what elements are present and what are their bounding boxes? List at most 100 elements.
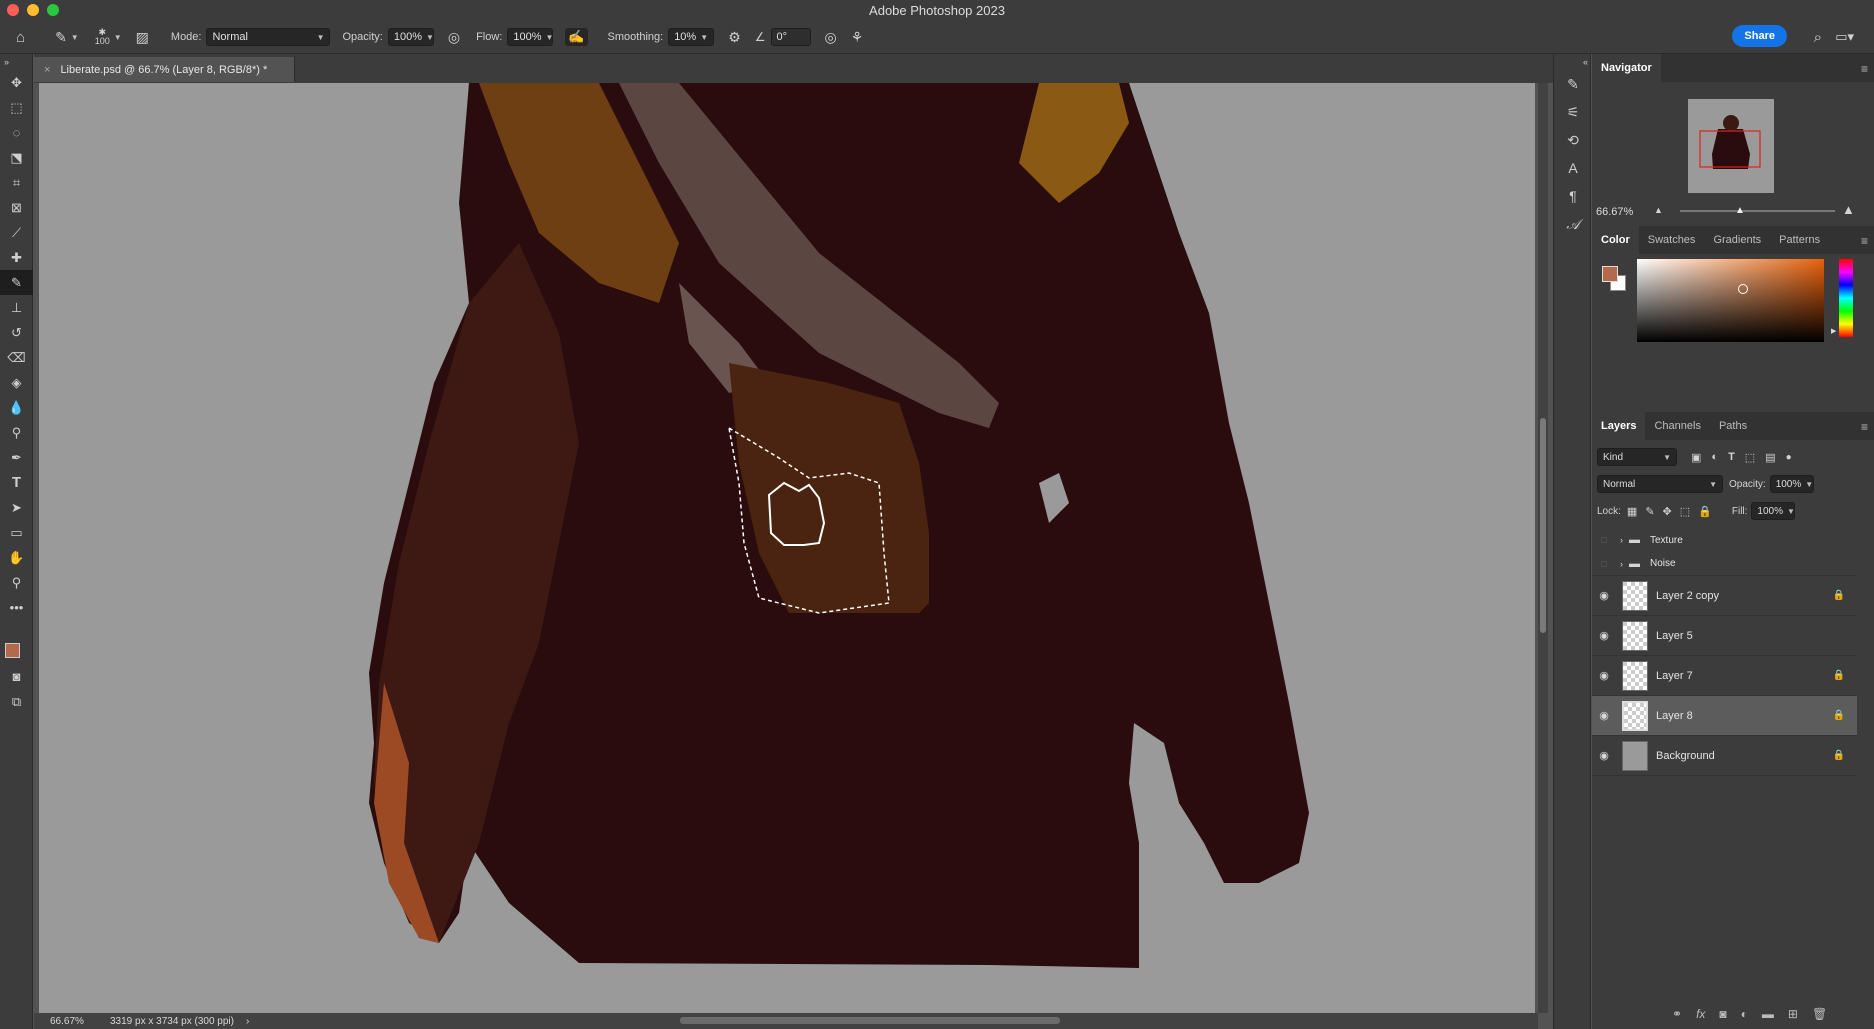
airbrush-icon[interactable]: ✍ — [565, 28, 588, 46]
chevron-right-icon[interactable]: › — [1620, 559, 1623, 569]
layer-style-fx-icon[interactable]: fx — [1696, 1007, 1705, 1021]
layer-row[interactable]: ◉ Layer 2 copy 🔒 — [1592, 576, 1857, 616]
pen-tool-icon[interactable]: ✒ — [0, 445, 33, 470]
adjustments-panel-icon[interactable]: ⚟ — [1554, 98, 1592, 126]
crop-tool-icon[interactable]: ⌗ — [0, 170, 33, 195]
status-menu-arrow-icon[interactable]: › — [246, 1016, 249, 1027]
pressure-size-icon[interactable]: ◎ — [825, 29, 837, 46]
rectangle-tool-icon[interactable]: ▭ — [0, 520, 33, 545]
layer-opacity-field[interactable]: 100% ▼ — [1769, 475, 1814, 493]
blur-tool-icon[interactable]: 💧 — [0, 395, 33, 420]
panel-menu-icon[interactable]: ≡ — [1861, 420, 1868, 434]
layer-row[interactable]: ◉ Layer 7 🔒 — [1592, 656, 1857, 696]
frame-tool-icon[interactable]: ⊠ — [0, 195, 33, 220]
document-canvas[interactable] — [39, 83, 1535, 1013]
lock-transparent-icon[interactable]: ▦ — [1627, 505, 1637, 518]
color-field[interactable] — [1637, 259, 1824, 342]
history-brush-tool-icon[interactable]: ↺ — [0, 320, 33, 345]
fill-field[interactable]: 100% ▼ — [1751, 502, 1796, 520]
zoom-window-button[interactable] — [47, 4, 59, 16]
lasso-tool-icon[interactable]: ◌ — [0, 120, 33, 145]
search-icon[interactable]: ⌕ — [1814, 29, 1822, 46]
paint-bucket-tool-icon[interactable]: ◈ — [0, 370, 33, 395]
panel-menu-icon[interactable]: ≡ — [1861, 62, 1868, 76]
tab-channels[interactable]: Channels — [1645, 412, 1709, 440]
dodge-tool-icon[interactable]: ⚲ — [0, 420, 33, 445]
filter-smart-object-icon[interactable]: ▤ — [1765, 451, 1775, 464]
hue-slider-handle[interactable]: ▶ — [1831, 327, 1836, 335]
tab-layers[interactable]: Layers — [1592, 412, 1646, 440]
zoom-tool-icon[interactable]: ⚲ — [0, 570, 33, 595]
blend-mode-select[interactable]: Normal ▼ — [1597, 475, 1723, 493]
minimize-window-button[interactable] — [27, 4, 39, 16]
navigator-zoom-value[interactable]: 66.67% — [1596, 206, 1633, 218]
layer-group-row[interactable]: □ › ▬ Texture — [1592, 528, 1857, 552]
brush-settings-panel-icon[interactable]: ✎ — [1554, 70, 1592, 98]
type-tool-icon[interactable]: T — [0, 470, 33, 495]
delete-layer-icon[interactable]: 🗑 — [1812, 1007, 1827, 1021]
smoothing-field[interactable]: 10% ▼ — [668, 28, 715, 46]
tab-paths[interactable]: Paths — [1710, 412, 1756, 440]
link-layers-icon[interactable]: ⚭ — [1672, 1007, 1682, 1021]
lock-all-icon[interactable]: 🔒 — [1698, 505, 1712, 518]
filter-adjustment-icon[interactable]: ◐ — [1711, 451, 1718, 463]
eyedropper-tool-icon[interactable]: ⟋ — [0, 220, 33, 245]
adjustment-layer-icon[interactable]: ◐ — [1741, 1007, 1748, 1021]
tab-color[interactable]: Color — [1592, 226, 1639, 254]
eraser-tool-icon[interactable]: ⌫ — [0, 345, 33, 370]
collapse-panel-icon[interactable]: » — [0, 54, 33, 70]
marquee-tool-icon[interactable]: ⬚ — [0, 95, 33, 120]
brush-settings-icon[interactable]: ▨ — [136, 29, 149, 46]
layer-row-selected[interactable]: ◉ Layer 8 🔒 — [1592, 696, 1857, 736]
foreground-color-swatch[interactable] — [5, 643, 20, 658]
new-layer-icon[interactable]: ⊞ — [1788, 1007, 1798, 1021]
visibility-toggle-empty[interactable]: □ — [1592, 535, 1616, 545]
quick-mask-icon[interactable]: ◙ — [0, 664, 33, 689]
visibility-toggle-empty[interactable]: □ — [1592, 559, 1616, 569]
navigator-slider-thumb[interactable]: ▲ — [1735, 205, 1745, 216]
layer-row[interactable]: ◉ Background 🔒 — [1592, 736, 1857, 776]
visibility-eye-icon[interactable]: ◉ — [1592, 709, 1616, 722]
hand-tool-icon[interactable]: ✋ — [0, 545, 33, 570]
path-selection-tool-icon[interactable]: ➤ — [0, 495, 33, 520]
navigator-thumbnail[interactable] — [1688, 99, 1774, 193]
visibility-eye-icon[interactable]: ◉ — [1592, 669, 1616, 682]
layer-group-row[interactable]: □ › ▬ Noise — [1592, 552, 1857, 576]
filter-shape-icon[interactable]: ⬚ — [1745, 451, 1755, 464]
horizontal-scroll-thumb[interactable] — [680, 1017, 1060, 1024]
more-tools-icon[interactable]: ••• — [0, 595, 33, 620]
zoom-out-mountain-icon[interactable]: ▲ — [1654, 205, 1663, 215]
color-picker-handle[interactable] — [1738, 284, 1748, 294]
add-mask-icon[interactable]: ◙ — [1719, 1007, 1726, 1021]
object-selection-tool-icon[interactable]: ⬔ — [0, 145, 33, 170]
clone-stamp-tool-icon[interactable]: ⊥ — [0, 295, 33, 320]
visibility-eye-icon[interactable]: ◉ — [1592, 749, 1616, 762]
angle-field[interactable]: 0° — [770, 28, 811, 46]
foreground-color-chip[interactable] — [1602, 266, 1618, 282]
new-group-icon[interactable]: ▬ — [1762, 1007, 1774, 1021]
mode-select[interactable]: Normal ▼ — [206, 28, 331, 46]
close-window-button[interactable] — [7, 4, 19, 16]
zoom-in-mountain-icon[interactable]: ▲ — [1842, 202, 1855, 217]
tab-patterns[interactable]: Patterns — [1770, 226, 1829, 254]
paragraph-panel-icon[interactable]: ¶ — [1554, 182, 1592, 210]
flow-field[interactable]: 100% ▼ — [507, 28, 553, 46]
filter-toggle-icon[interactable]: ● — [1786, 452, 1792, 463]
move-tool-icon[interactable]: ✥ — [0, 70, 33, 95]
tab-gradients[interactable]: Gradients — [1704, 226, 1770, 254]
glyphs-panel-icon[interactable]: 𝒜 — [1554, 210, 1592, 238]
brush-tool-icon[interactable]: ✎ — [0, 270, 33, 295]
layer-kind-filter[interactable]: Kind ▼ — [1597, 448, 1677, 466]
lock-artboard-icon[interactable]: ⬚ — [1680, 505, 1690, 518]
brush-preset-icon[interactable]: ✎ ▼ — [55, 29, 79, 46]
tab-navigator[interactable]: Navigator — [1592, 54, 1661, 82]
smoothing-options-gear-icon[interactable]: ⚙ — [728, 29, 741, 46]
document-tab[interactable]: × Liberate.psd @ 66.7% (Layer 8, RGB/8*)… — [34, 57, 295, 82]
close-tab-icon[interactable]: × — [44, 64, 50, 76]
opacity-field[interactable]: 100% ▼ — [387, 28, 434, 46]
character-panel-icon[interactable]: A — [1554, 154, 1592, 182]
vertical-scrollbar[interactable] — [1538, 83, 1548, 1013]
lock-image-icon[interactable]: ✎ — [1645, 505, 1654, 518]
filter-type-icon[interactable]: T — [1728, 451, 1735, 463]
symmetry-butterfly-icon[interactable]: ⚘ — [851, 29, 864, 46]
